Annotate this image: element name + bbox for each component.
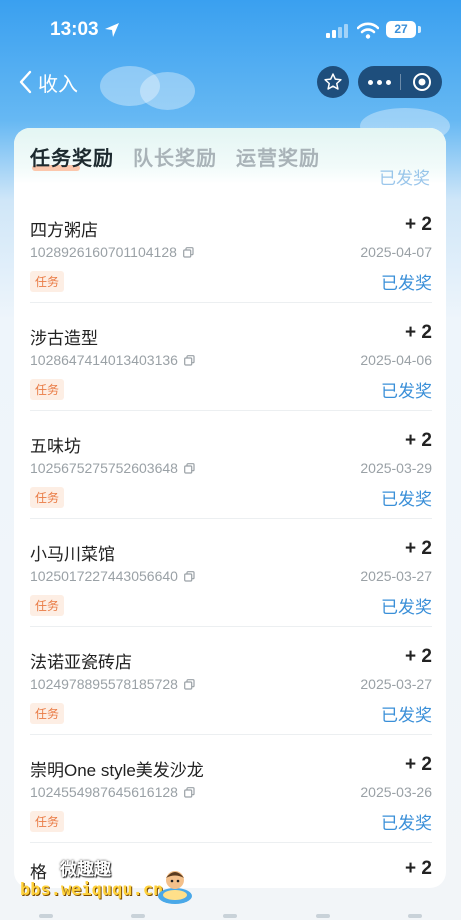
reward-date: 2025-03-27 bbox=[360, 676, 432, 692]
reward-amount: + 2 bbox=[405, 754, 432, 775]
order-id: 1025675275752603648 bbox=[30, 460, 195, 476]
bottom-tab-bar-partial bbox=[0, 906, 461, 920]
reward-status: 已发奖 bbox=[381, 598, 432, 617]
reward-date: 2025-03-26 bbox=[360, 784, 432, 800]
tab-bar: 任务奖励 队长奖励 运营奖励 已发奖 bbox=[14, 128, 446, 188]
reward-date: 2025-04-07 bbox=[360, 244, 432, 260]
tab-icon-partial[interactable] bbox=[315, 914, 330, 918]
more-dot bbox=[376, 79, 382, 85]
previous-item-status: 已发奖 bbox=[379, 169, 430, 188]
task-tag: 任务 bbox=[30, 487, 65, 508]
reward-date: 2025-03-27 bbox=[360, 568, 432, 584]
tab-operation-rewards[interactable]: 运营奖励 bbox=[236, 142, 320, 171]
order-id-text: 1028647414013403136 bbox=[30, 352, 178, 368]
status-bar: 13:03 27 bbox=[0, 0, 461, 60]
reward-status: 已发奖 bbox=[381, 382, 432, 401]
reward-status: 已发奖 bbox=[381, 274, 432, 293]
list-item[interactable]: 崇明One style美发沙龙 + 2 1024554987645616128 … bbox=[30, 734, 432, 843]
reward-amount: + 2 bbox=[405, 322, 432, 343]
copy-icon[interactable] bbox=[184, 355, 195, 366]
store-name: 五味坊 bbox=[30, 437, 81, 456]
order-id-text: 1024978895578185728 bbox=[30, 676, 178, 692]
rewards-card: 任务奖励 队长奖励 运营奖励 已发奖 四方粥店 + 2 102892616070… bbox=[14, 128, 446, 888]
order-id-text: 1025017227443056640 bbox=[30, 568, 178, 584]
location-arrow-icon bbox=[105, 23, 119, 37]
task-tag: 任务 bbox=[30, 271, 65, 292]
watermark-url: bbs.weiququ.cn bbox=[20, 880, 164, 900]
tab-icon-partial[interactable] bbox=[407, 914, 422, 918]
store-name: 小马川菜馆 bbox=[30, 545, 115, 564]
reward-amount: + 2 bbox=[405, 430, 432, 451]
cellular-signal-icon bbox=[326, 24, 348, 38]
order-id-text: 1025675275752603648 bbox=[30, 460, 178, 476]
list-item[interactable]: 四方粥店 + 2 1028926160701104128 2025-04-07 … bbox=[30, 194, 432, 303]
order-id-text: 1028926160701104128 bbox=[30, 244, 177, 260]
favorite-button[interactable] bbox=[317, 66, 349, 98]
order-id: 1024554987645616128 bbox=[30, 784, 195, 800]
list-item[interactable]: 小马川菜馆 + 2 1025017227443056640 2025-03-27… bbox=[30, 518, 432, 627]
store-name: 四方粥店 bbox=[30, 221, 98, 240]
reward-date: 2025-04-06 bbox=[360, 352, 432, 368]
reward-status: 已发奖 bbox=[381, 814, 432, 833]
copy-icon[interactable] bbox=[184, 787, 195, 798]
target-circle-icon bbox=[412, 73, 431, 91]
star-icon bbox=[324, 73, 342, 90]
miniprogram-capsule bbox=[358, 66, 442, 98]
more-button[interactable] bbox=[358, 66, 400, 98]
tab-icon-partial[interactable] bbox=[223, 914, 238, 918]
copy-icon[interactable] bbox=[184, 463, 195, 474]
task-tag: 任务 bbox=[30, 703, 65, 724]
watermark-mascot-icon bbox=[158, 871, 192, 904]
task-tag: 任务 bbox=[30, 379, 65, 400]
back-label: 收入 bbox=[38, 73, 78, 96]
next-reward-amount-partial: + 2 bbox=[405, 858, 432, 879]
tab-icon-partial[interactable] bbox=[39, 914, 54, 918]
tab-captain-rewards[interactable]: 队长奖励 bbox=[133, 142, 217, 171]
tab-task-rewards[interactable]: 任务奖励 bbox=[30, 142, 114, 171]
reward-amount: + 2 bbox=[405, 214, 432, 235]
battery-tip bbox=[418, 26, 421, 33]
chevron-left-icon bbox=[19, 70, 32, 94]
order-id: 1025017227443056640 bbox=[30, 568, 195, 584]
order-id: 1024978895578185728 bbox=[30, 676, 195, 692]
reward-amount: + 2 bbox=[405, 538, 432, 559]
tab-icon-partial[interactable] bbox=[131, 914, 146, 918]
list-item[interactable]: 涉古造型 + 2 1028647414013403136 2025-04-06 … bbox=[30, 302, 432, 411]
reward-status: 已发奖 bbox=[381, 490, 432, 509]
store-name: 崇明One style美发沙龙 bbox=[30, 761, 204, 780]
order-id-text: 1024554987645616128 bbox=[30, 784, 178, 800]
order-id: 1028926160701104128 bbox=[30, 244, 194, 260]
reward-amount: + 2 bbox=[405, 646, 432, 667]
copy-icon[interactable] bbox=[184, 679, 195, 690]
store-name: 法诺亚瓷砖店 bbox=[30, 653, 132, 672]
close-miniprogram-button[interactable] bbox=[401, 66, 442, 98]
order-id: 1028647414013403136 bbox=[30, 352, 195, 368]
task-tag: 任务 bbox=[30, 811, 65, 832]
wifi-icon bbox=[357, 22, 379, 39]
list-item[interactable]: 五味坊 + 2 1025675275752603648 2025-03-29 任… bbox=[30, 410, 432, 519]
list-item[interactable]: 法诺亚瓷砖店 + 2 1024978895578185728 2025-03-2… bbox=[30, 626, 432, 735]
reward-status: 已发奖 bbox=[381, 706, 432, 725]
battery-indicator: 27 bbox=[386, 21, 416, 38]
watermark-title: 微趣趣 bbox=[60, 860, 111, 879]
more-dot bbox=[385, 79, 391, 85]
reward-date: 2025-03-29 bbox=[360, 460, 432, 476]
status-time: 13:03 bbox=[50, 19, 99, 40]
task-tag: 任务 bbox=[30, 595, 65, 616]
store-name: 涉古造型 bbox=[30, 329, 98, 348]
copy-icon[interactable] bbox=[184, 571, 195, 582]
copy-icon[interactable] bbox=[183, 247, 194, 258]
more-dot bbox=[367, 79, 373, 85]
back-button[interactable]: 收入 bbox=[18, 68, 78, 96]
